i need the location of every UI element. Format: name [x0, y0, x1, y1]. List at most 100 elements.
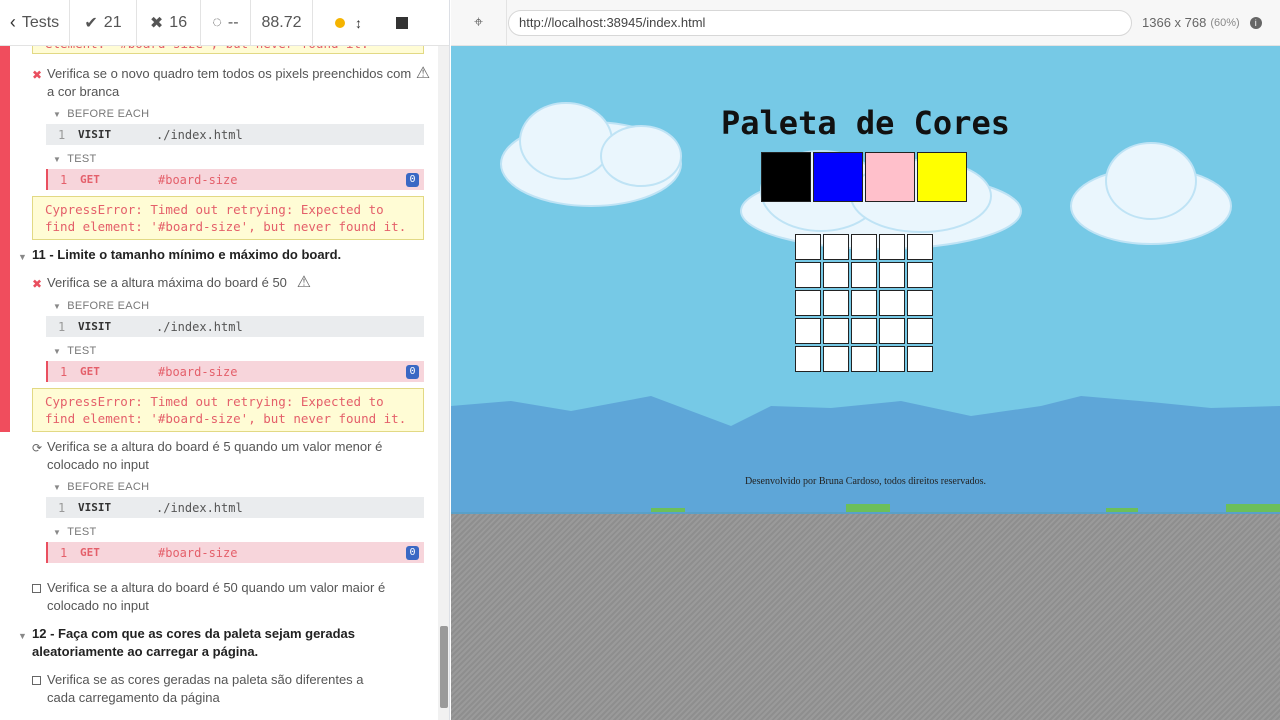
failed-suite-indicator — [0, 46, 10, 432]
pixel[interactable] — [795, 290, 821, 316]
pixel-board — [795, 234, 933, 372]
reporter-scrollbar[interactable] — [438, 46, 449, 720]
pixel[interactable] — [823, 346, 849, 372]
suite-12[interactable]: ▼ 12 - Faça com que as cores da paleta s… — [18, 625, 428, 661]
caret-down-icon: ▼ — [18, 631, 27, 641]
caret-down-icon: ▼ — [53, 302, 62, 311]
hook-test[interactable]: ▼ TEST — [53, 153, 97, 165]
command-name: GET — [80, 546, 100, 559]
command-get[interactable]: 1 GET #board-size 0 — [46, 361, 424, 382]
reporter-scrollbar-thumb[interactable] — [440, 626, 448, 708]
test-item-pixels-white[interactable]: ✖ Verifica se o novo quadro tem todos os… — [32, 65, 432, 101]
test-item-max-input[interactable]: Verifica se a altura do board é 50 quand… — [32, 579, 432, 615]
command-name: GET — [80, 173, 100, 186]
hook-before-each[interactable]: ▼ BEFORE EACH — [53, 481, 149, 493]
error-message[interactable]: CypressError: Timed out retrying: Expect… — [32, 196, 424, 240]
pixel[interactable] — [879, 346, 905, 372]
test-item-min-height[interactable]: ⟳ Verifica se a altura do board é 5 quan… — [32, 438, 432, 474]
suite-11[interactable]: ▼ 11 - Limite o tamanho mínimo e máximo … — [18, 246, 428, 266]
pixel[interactable] — [907, 290, 933, 316]
pixel[interactable] — [851, 318, 877, 344]
command-visit[interactable]: 1 VISIT ./index.html — [46, 497, 424, 518]
warning-icon: ⚠ — [296, 274, 312, 291]
pixel[interactable] — [795, 346, 821, 372]
hook-label: BEFORE EACH — [67, 300, 150, 312]
palette-color[interactable] — [761, 152, 811, 202]
grass-patch — [1226, 504, 1280, 512]
error-text: CypressError: Timed out retrying: Expect… — [45, 394, 407, 426]
pixel[interactable] — [879, 234, 905, 260]
page-title: Paleta de Cores — [721, 104, 1010, 142]
info-icon: i — [1249, 16, 1262, 29]
pixel[interactable] — [851, 234, 877, 260]
test-title: Verifica se as cores geradas na paleta s… — [47, 672, 364, 705]
color-palette — [761, 152, 967, 202]
auto-scroll-icon[interactable]: ↕ — [355, 15, 362, 31]
command-visit[interactable]: 1 VISIT ./index.html — [46, 124, 424, 145]
pixel[interactable] — [823, 318, 849, 344]
viewport-info[interactable]: 1366 x 768 (60%) i — [1142, 15, 1262, 30]
failed-stat: ✖ 16 — [137, 0, 201, 45]
pixel[interactable] — [907, 346, 933, 372]
stop-icon[interactable] — [396, 16, 408, 29]
pixel[interactable] — [851, 262, 877, 288]
duration-value: 88.72 — [261, 13, 302, 31]
command-name: VISIT — [78, 501, 112, 514]
test-item-max-height[interactable]: ✖ Verifica se a altura máxima do board é… — [32, 274, 432, 293]
error-message[interactable]: CypressError: Timed out retrying: Expect… — [32, 388, 424, 432]
refresh-icon: ⟳ — [32, 441, 43, 455]
hook-label: BEFORE EACH — [67, 108, 150, 120]
command-get[interactable]: 1 GET #board-size 0 — [46, 169, 424, 190]
pixel[interactable] — [795, 318, 821, 344]
hook-test[interactable]: ▼ TEST — [53, 526, 97, 538]
pixel[interactable] — [879, 262, 905, 288]
palette-color[interactable] — [813, 152, 863, 202]
hook-test[interactable]: ▼ TEST — [53, 345, 97, 357]
element-count-badge: 0 — [406, 545, 419, 560]
pixel[interactable] — [907, 262, 933, 288]
hook-before-each[interactable]: ▼ BEFORE EACH — [53, 108, 149, 120]
pixel[interactable] — [879, 290, 905, 316]
error-text: CypressError: Timed out retrying: Expect… — [45, 202, 407, 234]
pixel[interactable] — [851, 346, 877, 372]
pixel[interactable] — [823, 234, 849, 260]
command-message: #board-size — [158, 364, 238, 379]
pixel[interactable] — [907, 318, 933, 344]
pixel[interactable] — [795, 262, 821, 288]
passed-count: 21 — [103, 13, 122, 31]
command-message: ./index.html — [156, 127, 243, 142]
hook-before-each[interactable]: ▼ BEFORE EACH — [53, 300, 149, 312]
tests-button[interactable]: ‹ Tests — [0, 0, 70, 45]
pixel[interactable] — [879, 318, 905, 344]
pixel[interactable] — [851, 290, 877, 316]
pending-stat: ◌ -- — [201, 0, 251, 45]
pixel[interactable] — [907, 234, 933, 260]
tests-label: Tests — [21, 13, 60, 31]
viewport-size: 1366 x 768 — [1142, 15, 1207, 30]
grass-patch — [846, 504, 890, 512]
suite-title: 11 - Limite o tamanho mínimo e máximo do… — [32, 247, 342, 262]
command-visit[interactable]: 1 VISIT ./index.html — [46, 316, 424, 337]
pixel[interactable] — [795, 234, 821, 260]
palette-color[interactable] — [917, 152, 967, 202]
failed-count: 16 — [169, 13, 188, 31]
url-field[interactable]: http://localhost:38945/index.html — [508, 9, 1132, 36]
caret-down-icon: ▼ — [53, 528, 62, 537]
command-get[interactable]: 1 GET #board-size 0 — [46, 542, 424, 563]
pixel[interactable] — [823, 262, 849, 288]
hook-label: TEST — [67, 153, 97, 165]
test-title: Verifica se a altura do board é 50 quand… — [47, 580, 386, 613]
pixel[interactable] — [823, 290, 849, 316]
passed-stat: ✔ 21 — [70, 0, 137, 45]
palette-color[interactable] — [865, 152, 915, 202]
test-title: Verifica se o novo quadro tem todos os p… — [47, 66, 412, 99]
pending-checkbox-icon — [32, 580, 47, 615]
chevron-left-icon: ‹ — [9, 12, 16, 32]
test-item-random-colors[interactable]: Verifica se as cores geradas na paleta s… — [32, 671, 432, 707]
hook-label: TEST — [67, 345, 97, 357]
cypress-runner: element: '#board-size', but never found … — [0, 0, 1280, 720]
selector-playground-icon[interactable]: ⌖ — [451, 0, 507, 46]
element-count-badge: 0 — [406, 172, 419, 187]
failed-icon: ✖ — [32, 68, 43, 82]
page-footer: Desenvolvido por Bruna Cardoso, todos di… — [744, 476, 987, 487]
